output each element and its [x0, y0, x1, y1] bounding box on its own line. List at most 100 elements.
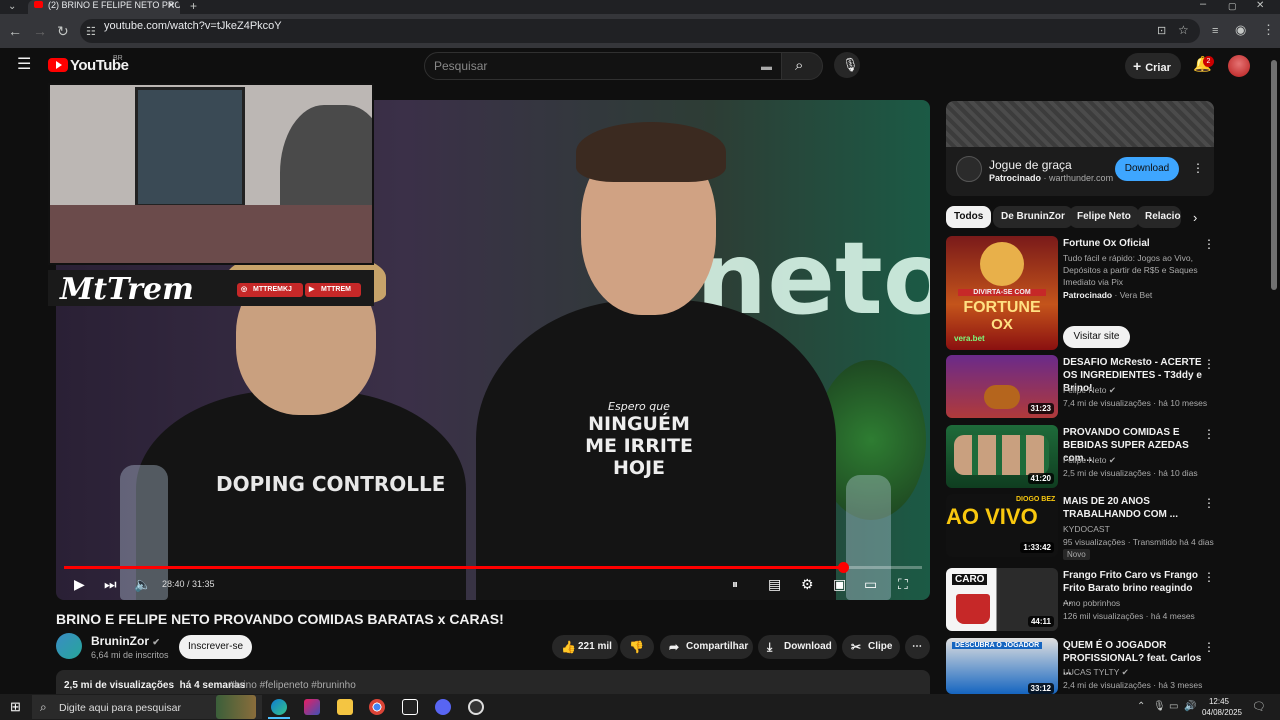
- video-channel-1[interactable]: Felipe Neto ✔: [1063, 385, 1116, 396]
- taskbar-clock[interactable]: 12:45 04/08/2025: [1196, 696, 1242, 718]
- download-button[interactable]: ⤓ Download: [758, 635, 837, 659]
- video-title-3[interactable]: MAIS DE 20 ANOS TRABALHANDO COM ...: [1063, 495, 1203, 521]
- video-channel-4[interactable]: Amo pobrinhos: [1063, 598, 1120, 608]
- verified-icon: ✔: [1121, 667, 1129, 677]
- video-more-icon[interactable]: ⋮: [1203, 570, 1215, 584]
- promo-thumbnail[interactable]: DIVIRTA-SE COM FORTUNE OX vera.bet: [946, 236, 1058, 350]
- browser-tab[interactable]: (2) BRINO E FELIPE NETO PROVA ✕: [28, 0, 180, 14]
- promo-thumb-line1: DIVIRTA-SE COM: [958, 289, 1046, 296]
- edge-icon[interactable]: [271, 699, 287, 715]
- create-button[interactable]: + Criar: [1125, 53, 1181, 79]
- visit-site-button[interactable]: Visitar site: [1063, 326, 1130, 348]
- user-avatar[interactable]: [1228, 55, 1250, 77]
- copilot-icon[interactable]: [304, 699, 320, 715]
- video-thumbnail[interactable]: CARO 44:11: [946, 568, 1058, 631]
- channel-avatar[interactable]: [56, 633, 82, 659]
- verified-icon: ✔: [152, 637, 160, 647]
- dislike-button[interactable]: 👎: [620, 635, 654, 659]
- maximize-icon[interactable]: ▢: [1228, 0, 1237, 13]
- page-scrollbar[interactable]: [1271, 60, 1277, 290]
- clip-button[interactable]: ✂ Clipe: [842, 635, 900, 659]
- media-control-icon[interactable]: ≡: [1212, 24, 1218, 38]
- site-info-icon[interactable]: ☷: [86, 25, 96, 39]
- close-window-icon[interactable]: ✕: [1256, 0, 1264, 13]
- time-display: 28:40 / 31:35: [162, 579, 215, 589]
- chips-next-icon[interactable]: ›: [1193, 210, 1197, 225]
- install-app-icon[interactable]: ⊡: [1157, 24, 1166, 38]
- video-channel-3[interactable]: KYDOCAST: [1063, 524, 1110, 534]
- youtube-logo-icon[interactable]: [48, 58, 68, 72]
- video-thumbnail[interactable]: DESCUBRA O JOGADOR 33:12: [946, 638, 1058, 694]
- volume-icon[interactable]: 🔈: [134, 576, 151, 592]
- minimize-icon[interactable]: –: [1200, 0, 1206, 11]
- next-icon[interactable]: ⏭: [104, 576, 117, 592]
- tray-mic-icon[interactable]: 🎙: [1153, 700, 1166, 714]
- forward-icon[interactable]: →: [33, 24, 47, 38]
- chrome-icon[interactable]: [369, 699, 385, 715]
- miniplayer-icon[interactable]: ▣: [833, 576, 846, 592]
- promo-more-icon[interactable]: ⋮: [1203, 237, 1215, 251]
- taskbar-search-text: Digite aqui para pesquisar: [59, 702, 181, 714]
- speaker-icon[interactable]: 🔊: [1184, 700, 1196, 714]
- chip-relacionados[interactable]: Relacio: [1137, 206, 1181, 228]
- more-actions-button[interactable]: ⋯: [905, 635, 930, 659]
- keyboard-icon[interactable]: ▬: [761, 60, 772, 74]
- like-button[interactable]: 👍 221 mil: [552, 635, 618, 659]
- share-button[interactable]: ➦ Compartilhar: [660, 635, 753, 659]
- windows-start-icon[interactable]: ⊞: [10, 700, 21, 714]
- profile-icon[interactable]: ◉: [1235, 23, 1246, 37]
- network-icon[interactable]: ▭: [1169, 700, 1178, 714]
- search-icon: ⌕: [795, 57, 804, 74]
- promo-title[interactable]: Fortune Ox Oficial: [1063, 237, 1203, 250]
- hashtags[interactable]: #brino #felipeneto #bruninho: [229, 680, 356, 691]
- streamer-name: MtTrem: [60, 272, 194, 307]
- reload-icon[interactable]: ↻: [57, 24, 69, 38]
- video-thumbnail[interactable]: 31:23: [946, 355, 1058, 418]
- subscribe-button[interactable]: Inscrever-se: [179, 635, 252, 659]
- ad-more-icon[interactable]: ⋮: [1192, 161, 1204, 175]
- browser-menu-icon[interactable]: ⋮: [1262, 23, 1275, 37]
- video-duration: 1:33:42: [1020, 542, 1054, 553]
- settings-gear-icon[interactable]: ⚙: [801, 576, 814, 592]
- video-channel-5[interactable]: LUCAS TYLTY ✔: [1063, 667, 1129, 678]
- tab-close-icon[interactable]: ✕: [167, 0, 175, 10]
- discord-icon[interactable]: [435, 699, 451, 715]
- ad-download-button[interactable]: Download: [1115, 157, 1179, 181]
- tray-chevron-icon[interactable]: ⌃: [1137, 700, 1145, 714]
- voice-search-button[interactable]: 🎙: [834, 52, 860, 78]
- chip-todos[interactable]: Todos: [946, 206, 992, 228]
- back-icon[interactable]: ←: [8, 24, 22, 38]
- fullscreen-icon[interactable]: ⛶: [898, 576, 908, 592]
- bookmark-star-icon[interactable]: ☆: [1178, 23, 1189, 37]
- ad-title[interactable]: Jogue de graça: [989, 158, 1072, 172]
- active-app-indicator: [268, 717, 290, 719]
- channel-name[interactable]: BruninZor ✔: [91, 634, 160, 648]
- video-more-icon[interactable]: ⋮: [1203, 357, 1215, 371]
- video-more-icon[interactable]: ⋮: [1203, 640, 1215, 654]
- new-tab-icon[interactable]: +: [190, 0, 197, 13]
- autoplay-toggle-icon[interactable]: ⏸: [732, 576, 738, 592]
- promo-advertiser: · Vera Bet: [1114, 290, 1153, 300]
- chip-felipe-neto[interactable]: Felipe Neto: [1069, 206, 1139, 228]
- capcut-icon[interactable]: [402, 699, 418, 715]
- file-explorer-icon[interactable]: [337, 699, 353, 715]
- search-button[interactable]: ⌕: [781, 52, 823, 80]
- video-channel-name: Felipe Neto: [1063, 385, 1107, 395]
- create-label: Criar: [1145, 62, 1171, 74]
- obs-icon[interactable]: [468, 699, 484, 715]
- notification-center-icon[interactable]: 🗨: [1252, 700, 1266, 714]
- video-more-icon[interactable]: ⋮: [1203, 427, 1215, 441]
- subtitles-icon[interactable]: ▤: [768, 576, 781, 592]
- video-progress-bar[interactable]: [64, 566, 922, 569]
- scrubber-handle[interactable]: [838, 562, 849, 573]
- video-thumbnail[interactable]: AO VIVO DIOGO BEZ 1:33:42: [946, 494, 1058, 557]
- hamburger-menu-icon[interactable]: ☰: [17, 57, 31, 73]
- video-thumbnail[interactable]: 41:20: [946, 425, 1058, 488]
- theater-mode-icon[interactable]: ▭: [864, 576, 877, 592]
- tab-menu-icon[interactable]: ⌄: [8, 0, 16, 14]
- shirt-right-line1: NINGUÉM: [588, 413, 690, 435]
- video-more-icon[interactable]: ⋮: [1203, 496, 1215, 510]
- play-icon[interactable]: ▶: [74, 576, 85, 592]
- video-channel-2[interactable]: Felipe Neto ✔: [1063, 455, 1116, 466]
- chip-de-bruninzor[interactable]: De BruninZor: [993, 206, 1073, 228]
